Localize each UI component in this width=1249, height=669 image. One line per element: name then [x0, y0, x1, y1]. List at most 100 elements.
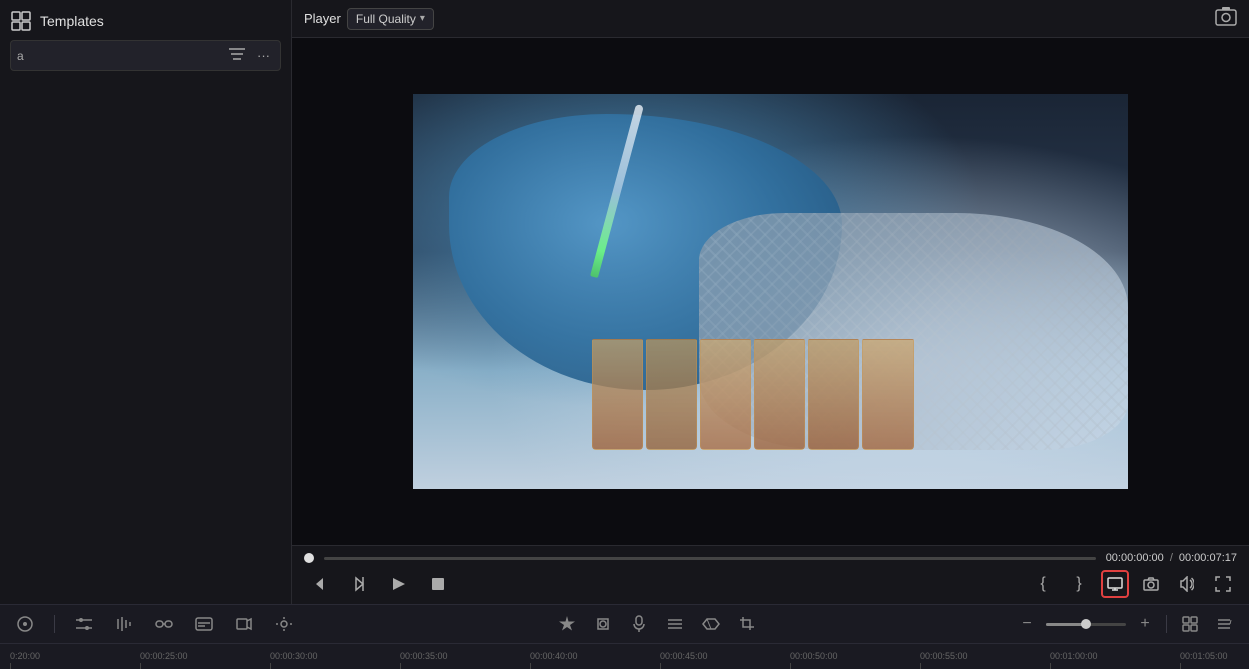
current-time: 00:00:00:00 [1106, 552, 1164, 564]
templates-icon [10, 10, 32, 32]
timeline-label-3: 00:00:35:00 [400, 651, 448, 661]
grid-view-icon[interactable] [1177, 611, 1203, 637]
zoom-slider-thumb [1081, 619, 1091, 629]
filter-icon[interactable] [225, 45, 249, 66]
next-frame-button[interactable] [344, 570, 372, 598]
stop-button[interactable] [424, 570, 452, 598]
audio-track-icon[interactable] [111, 611, 137, 637]
timeline-tick-4 [530, 663, 531, 669]
quality-value: Full Quality [356, 12, 416, 26]
fullscreen-button[interactable] [1209, 570, 1237, 598]
timeline-tick-8 [1050, 663, 1051, 669]
timeline-marks: 0:20:00 00:00:25:00 00:00:30:00 00:00:35… [10, 651, 1249, 669]
zoom-out-button[interactable]: − [1016, 613, 1038, 635]
timeline-mark-4: 00:00:40:00 [530, 651, 660, 669]
timeline-mark-8: 00:01:00:00 [1050, 651, 1180, 669]
vial-4 [754, 339, 805, 450]
timeline-label-0: 0:20:00 [10, 651, 40, 661]
mark-in-button[interactable]: { [1029, 570, 1057, 598]
timeline-mark-1: 00:00:25:00 [140, 651, 270, 669]
timeline-tick-2 [270, 663, 271, 669]
play-button[interactable] [384, 570, 412, 598]
video-frame [292, 38, 1249, 545]
player-label: Player [304, 11, 341, 26]
transform-icon[interactable] [231, 611, 257, 637]
controls-right: { } [1029, 570, 1237, 598]
player-top-left: Player Full Quality ▾ [304, 8, 434, 30]
timeline-label-6: 00:00:50:00 [790, 651, 838, 661]
timeline-label-5: 00:00:45:00 [660, 651, 708, 661]
timeline-mark-6: 00:00:50:00 [790, 651, 920, 669]
zoom-slider-fill [1046, 623, 1086, 626]
progress-bar[interactable] [324, 557, 1096, 560]
player-top-right [1215, 6, 1237, 31]
audio-button[interactable] [1173, 570, 1201, 598]
time-separator: / [1170, 552, 1173, 564]
timeline-tick-9 [1180, 663, 1181, 669]
snapshot-icon[interactable] [1215, 6, 1237, 31]
video-thumbnail [413, 94, 1128, 489]
zoom-slider[interactable] [1046, 623, 1126, 626]
vials-group [592, 339, 914, 450]
mark-out-button[interactable]: } [1065, 570, 1093, 598]
monitor-button[interactable] [1101, 570, 1129, 598]
sidebar-title: Templates [40, 13, 104, 29]
toolbar-right: − + [1016, 611, 1237, 637]
timeline-tick-7 [920, 663, 921, 669]
timeline-label-9: 00:01:05:00 [1180, 651, 1228, 661]
zoom-in-button[interactable]: + [1134, 613, 1156, 635]
speed-icon[interactable] [698, 611, 724, 637]
link-icon[interactable] [151, 611, 177, 637]
timeline-tick-5 [660, 663, 661, 669]
vial-3 [700, 339, 751, 450]
search-input[interactable] [17, 49, 221, 63]
timeline-label-8: 00:01:00:00 [1050, 651, 1098, 661]
timeline-label-2: 00:00:30:00 [270, 651, 318, 661]
crop-icon[interactable] [734, 611, 760, 637]
bottom-toolbar: − + [0, 604, 1249, 643]
vial-5 [808, 339, 859, 450]
extra-icon[interactable] [271, 611, 297, 637]
toolbar-left [12, 611, 297, 637]
adjust-icon[interactable] [71, 611, 97, 637]
timeline-tick-3 [400, 663, 401, 669]
vial-2 [646, 339, 697, 450]
sidebar-search-row[interactable]: ··· [10, 40, 281, 71]
video-thumb-inner [413, 94, 1128, 489]
camera-button[interactable] [1137, 570, 1165, 598]
total-time: 00:00:07:17 [1179, 552, 1237, 564]
timeline-tick-0 [10, 663, 11, 669]
effects-icon[interactable] [554, 611, 580, 637]
progress-row: 00:00:00:00 / 00:00:07:17 [304, 552, 1237, 564]
player-area: Player Full Quality ▾ [292, 0, 1249, 604]
timeline-mark-7: 00:00:55:00 [920, 651, 1050, 669]
list-icon[interactable] [662, 611, 688, 637]
progress-dot[interactable] [304, 553, 314, 563]
sidebar: Templates ··· [0, 0, 292, 604]
separator-1 [54, 615, 55, 633]
timeline-tick-1 [140, 663, 141, 669]
timeline-ruler: 0:20:00 00:00:25:00 00:00:30:00 00:00:35… [0, 647, 1249, 669]
timeline-mark-9: 00:01:05:00 [1180, 651, 1249, 669]
quality-select[interactable]: Full Quality ▾ [347, 8, 434, 30]
vial-6 [862, 339, 913, 450]
sidebar-title-row: Templates [10, 10, 281, 32]
controls-row: { } [304, 570, 1237, 598]
sidebar-header: Templates ··· [0, 0, 291, 77]
subtitle-icon[interactable] [191, 611, 217, 637]
chevron-down-icon: ▾ [420, 13, 425, 24]
player-top-bar: Player Full Quality ▾ [292, 0, 1249, 38]
mask-icon[interactable] [590, 611, 616, 637]
timeline-tick-6 [790, 663, 791, 669]
settings-icon[interactable] [1211, 611, 1237, 637]
timeline-mark-5: 00:00:45:00 [660, 651, 790, 669]
timeline-mark-2: 00:00:30:00 [270, 651, 400, 669]
sidebar-content [0, 77, 291, 604]
timeline-mark-0: 0:20:00 [10, 651, 140, 669]
timeline-mark-3: 00:00:35:00 [400, 651, 530, 669]
mic-icon[interactable] [626, 611, 652, 637]
vial-1 [592, 339, 643, 450]
more-icon[interactable]: ··· [253, 46, 274, 65]
pointer-tool-icon[interactable] [12, 611, 38, 637]
prev-frame-button[interactable] [304, 570, 332, 598]
